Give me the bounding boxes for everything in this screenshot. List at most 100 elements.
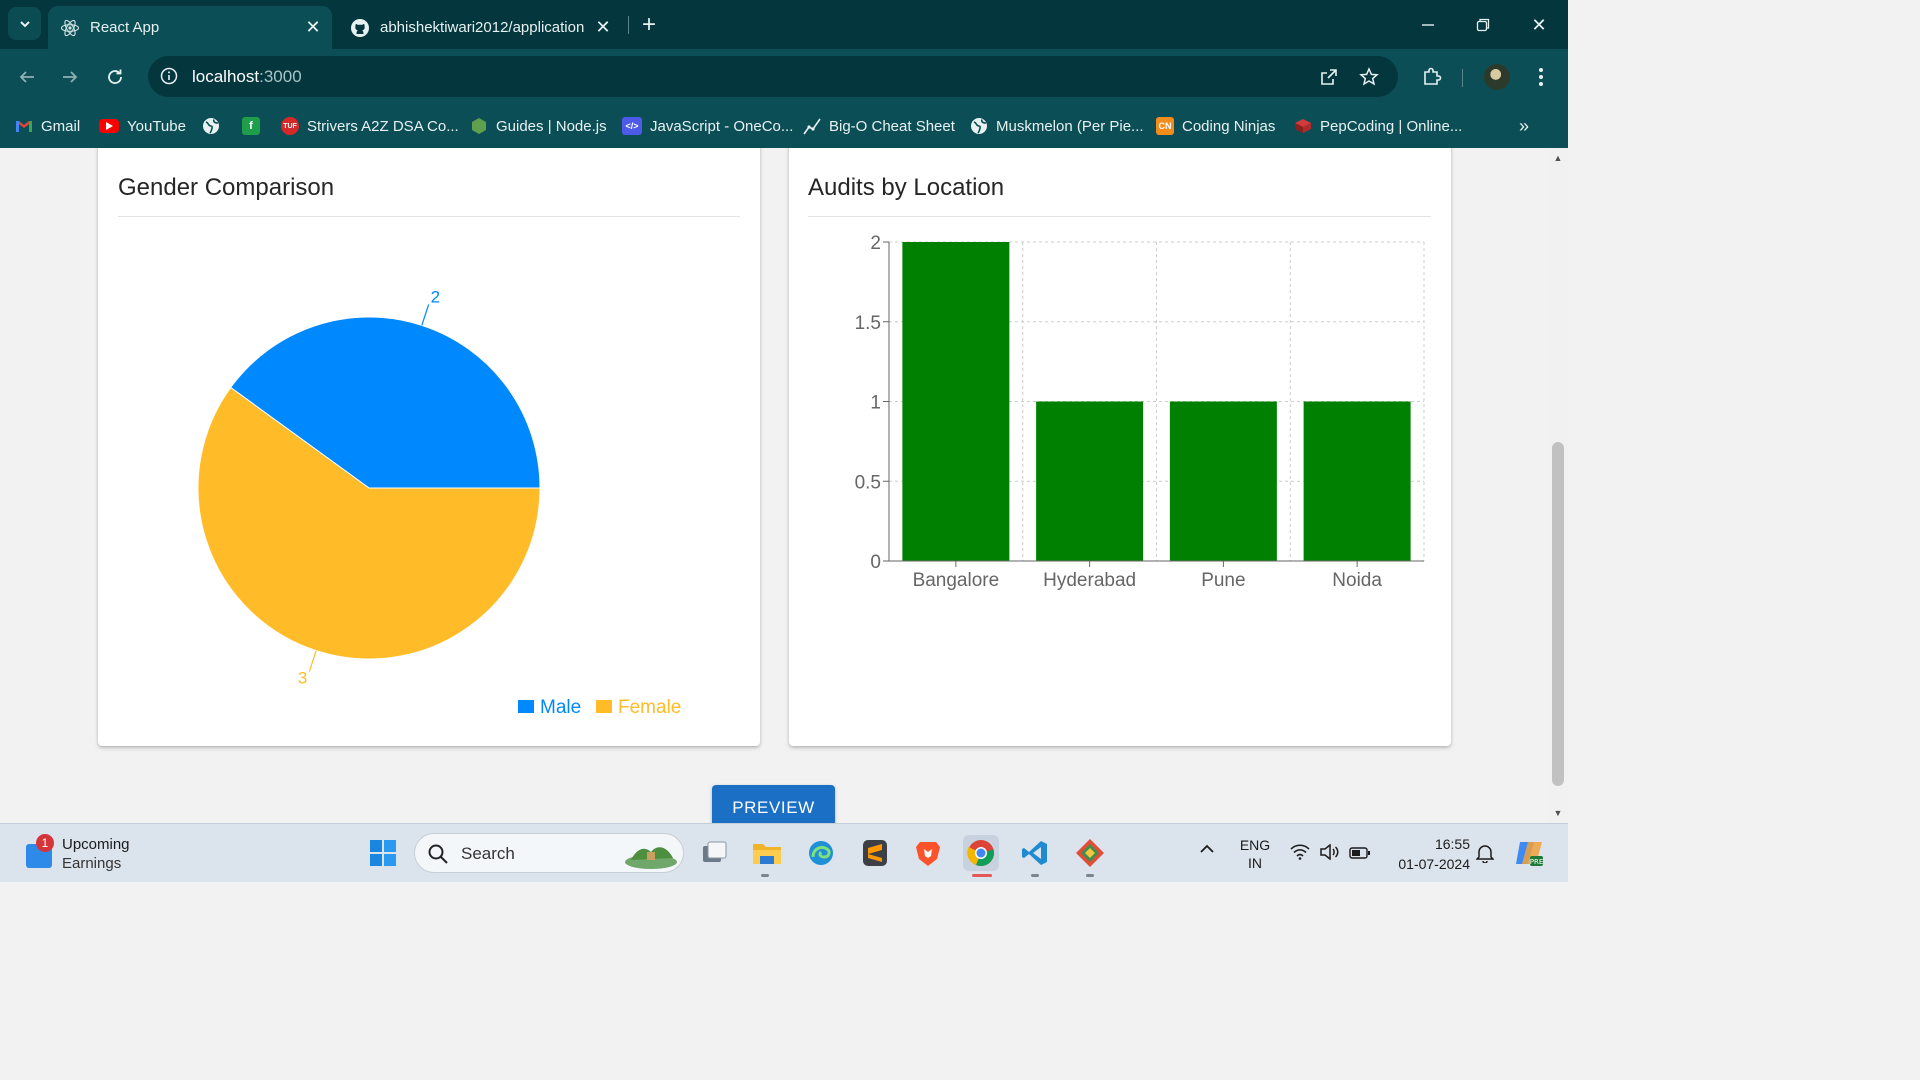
volume-icon[interactable] <box>1320 843 1340 865</box>
tab-react-app[interactable]: React App ✕ <box>48 6 332 49</box>
brave-icon <box>916 842 940 866</box>
sublime-text-icon <box>863 840 887 866</box>
close-tab-icon[interactable]: ✕ <box>300 15 326 41</box>
bookmark-bigo[interactable]: Big-O Cheat Sheet <box>803 114 955 138</box>
tab-separator <box>628 16 629 34</box>
legend-swatch-male <box>518 700 534 713</box>
extensions-icon[interactable] <box>1417 62 1447 92</box>
y-tick-label: 0 <box>870 552 881 573</box>
input-language[interactable]: ENG IN <box>1238 836 1272 872</box>
search-highlight-icon <box>625 847 677 869</box>
y-tick-label: 1 <box>870 393 881 414</box>
page-scrollbar[interactable]: ▲ ▼ <box>1548 148 1568 823</box>
bookmark-gmail[interactable]: Gmail <box>15 114 80 138</box>
url-text[interactable]: localhost:3000 <box>192 67 302 87</box>
close-tab-icon[interactable]: ✕ <box>590 15 616 41</box>
y-tick-label: 0.5 <box>855 472 881 493</box>
bookmark-nodejs[interactable]: Guides | Node.js <box>470 114 607 138</box>
chrome-button[interactable] <box>963 835 999 871</box>
y-tick-label: 1.5 <box>855 313 881 334</box>
scroll-up-icon[interactable]: ▲ <box>1552 152 1564 164</box>
bookmark-pepcoding[interactable]: PepCoding | Online... <box>1294 114 1462 138</box>
globe-icon <box>202 117 220 135</box>
scroll-down-icon[interactable]: ▼ <box>1552 807 1564 819</box>
menu-kebab-icon[interactable] <box>1526 62 1556 92</box>
system-clock[interactable]: 16:55 01-07-2024 <box>1380 834 1470 874</box>
bookmark-strivers[interactable]: TUF Strivers A2Z DSA Co... <box>281 114 459 138</box>
bookmark-green[interactable]: f <box>242 114 268 138</box>
bookmark-star-icon[interactable] <box>1356 64 1382 90</box>
pie-value-label: 3 <box>298 669 307 688</box>
bookmark-label: Muskmelon (Per Pie... <box>996 117 1144 135</box>
battery-icon[interactable] <box>1349 846 1371 864</box>
taskbar-search[interactable]: Search <box>414 833 684 873</box>
pie-label-line <box>308 650 317 672</box>
wifi-icon[interactable] <box>1290 844 1310 865</box>
site-info-icon[interactable] <box>158 65 180 87</box>
page-viewport: Gender Comparison 2 3 Male Female Audits by… <box>0 148 1548 823</box>
notification-bell-icon[interactable] <box>1475 843 1495 868</box>
brave-button[interactable] <box>910 835 946 871</box>
back-arrow-icon[interactable] <box>12 62 42 92</box>
bookmark-label: Coding Ninjas <box>1182 117 1276 135</box>
legend-label-female: Female <box>618 697 681 718</box>
vscode-icon <box>1022 841 1047 865</box>
bookmark-muskmelon[interactable]: Muskmelon (Per Pie... <box>970 114 1144 138</box>
address-bar[interactable]: localhost:3000 <box>148 56 1398 97</box>
edge-button[interactable] <box>803 835 839 871</box>
gender-pie-chart: 2 3 Male Female <box>197 287 681 718</box>
bookmarks-bar: Gmail YouTube f TUF Strivers A2Z DSA Co.… <box>0 104 1568 148</box>
tab-title: abhishektiwari2012/application <box>380 19 585 36</box>
x-tick-label: Bangalore <box>913 570 1000 591</box>
file-explorer-button[interactable] <box>749 835 785 871</box>
bookmark-youtube[interactable]: YouTube <box>99 114 186 138</box>
coding-ninjas-icon: CN <box>1156 117 1174 135</box>
minimize-icon[interactable] <box>1413 10 1443 40</box>
bookmark-label: Guides | Node.js <box>496 117 607 135</box>
widgets-button[interactable]: 1 Upcoming Earnings <box>22 834 182 874</box>
copilot-icon[interactable]: PRE <box>1514 838 1544 873</box>
restore-icon[interactable] <box>1468 10 1498 40</box>
url-host: localhost <box>192 67 260 86</box>
react-icon <box>60 18 80 38</box>
bookmark-label: YouTube <box>127 117 186 135</box>
new-tab-icon[interactable]: + <box>636 11 662 38</box>
folder-icon <box>753 844 781 864</box>
tab-github[interactable]: abhishektiwari2012/application ✕ <box>342 6 622 49</box>
sublime-button[interactable] <box>857 835 893 871</box>
bookmarks-overflow-icon[interactable]: » <box>1512 114 1536 138</box>
bookmark-javascript[interactable]: </> JavaScript - OneCo... <box>622 114 793 138</box>
git-tool-button[interactable] <box>1072 835 1108 871</box>
start-button[interactable] <box>365 835 401 871</box>
tray-overflow-icon[interactable] <box>1198 842 1216 860</box>
x-tick-label: Noida <box>1332 570 1382 591</box>
close-window-icon[interactable]: ✕ <box>1524 10 1554 40</box>
windows-taskbar: 1 Upcoming Earnings Search ENG IN 16:55 … <box>0 823 1568 882</box>
profile-avatar[interactable] <box>1484 64 1510 90</box>
scroll-thumb[interactable] <box>1552 442 1564 786</box>
bar-bangalore[interactable] <box>902 242 1010 561</box>
bar-hyderabad[interactable] <box>1036 401 1144 562</box>
legend-swatch-female <box>596 700 612 713</box>
bookmark-globe[interactable] <box>202 114 228 138</box>
running-indicator <box>761 874 769 877</box>
code-icon: </> <box>622 117 642 135</box>
vscode-button[interactable] <box>1017 835 1053 871</box>
bar-pune[interactable] <box>1169 401 1277 562</box>
bookmark-coding-ninjas[interactable]: CN Coding Ninjas <box>1156 114 1275 138</box>
bar-noida[interactable] <box>1303 401 1411 562</box>
search-icon <box>428 844 448 864</box>
green-bookmark-icon: f <box>242 117 260 135</box>
task-view-button[interactable] <box>696 835 732 871</box>
bookmark-label: Big-O Cheat Sheet <box>829 117 955 135</box>
browser-tab-bar: React App ✕ abhishektiwari2012/applicati… <box>0 0 1568 49</box>
x-tick-label: Hyderabad <box>1043 570 1136 591</box>
forward-arrow-icon[interactable] <box>55 62 85 92</box>
toolbar-divider <box>1462 69 1463 87</box>
search-label: Search <box>461 844 515 863</box>
reload-icon[interactable] <box>100 62 130 92</box>
preview-button[interactable]: PREVIEW <box>712 785 835 823</box>
pie-label-line <box>421 304 430 326</box>
open-in-app-icon[interactable] <box>1316 64 1342 90</box>
tab-search-button[interactable] <box>8 7 41 40</box>
